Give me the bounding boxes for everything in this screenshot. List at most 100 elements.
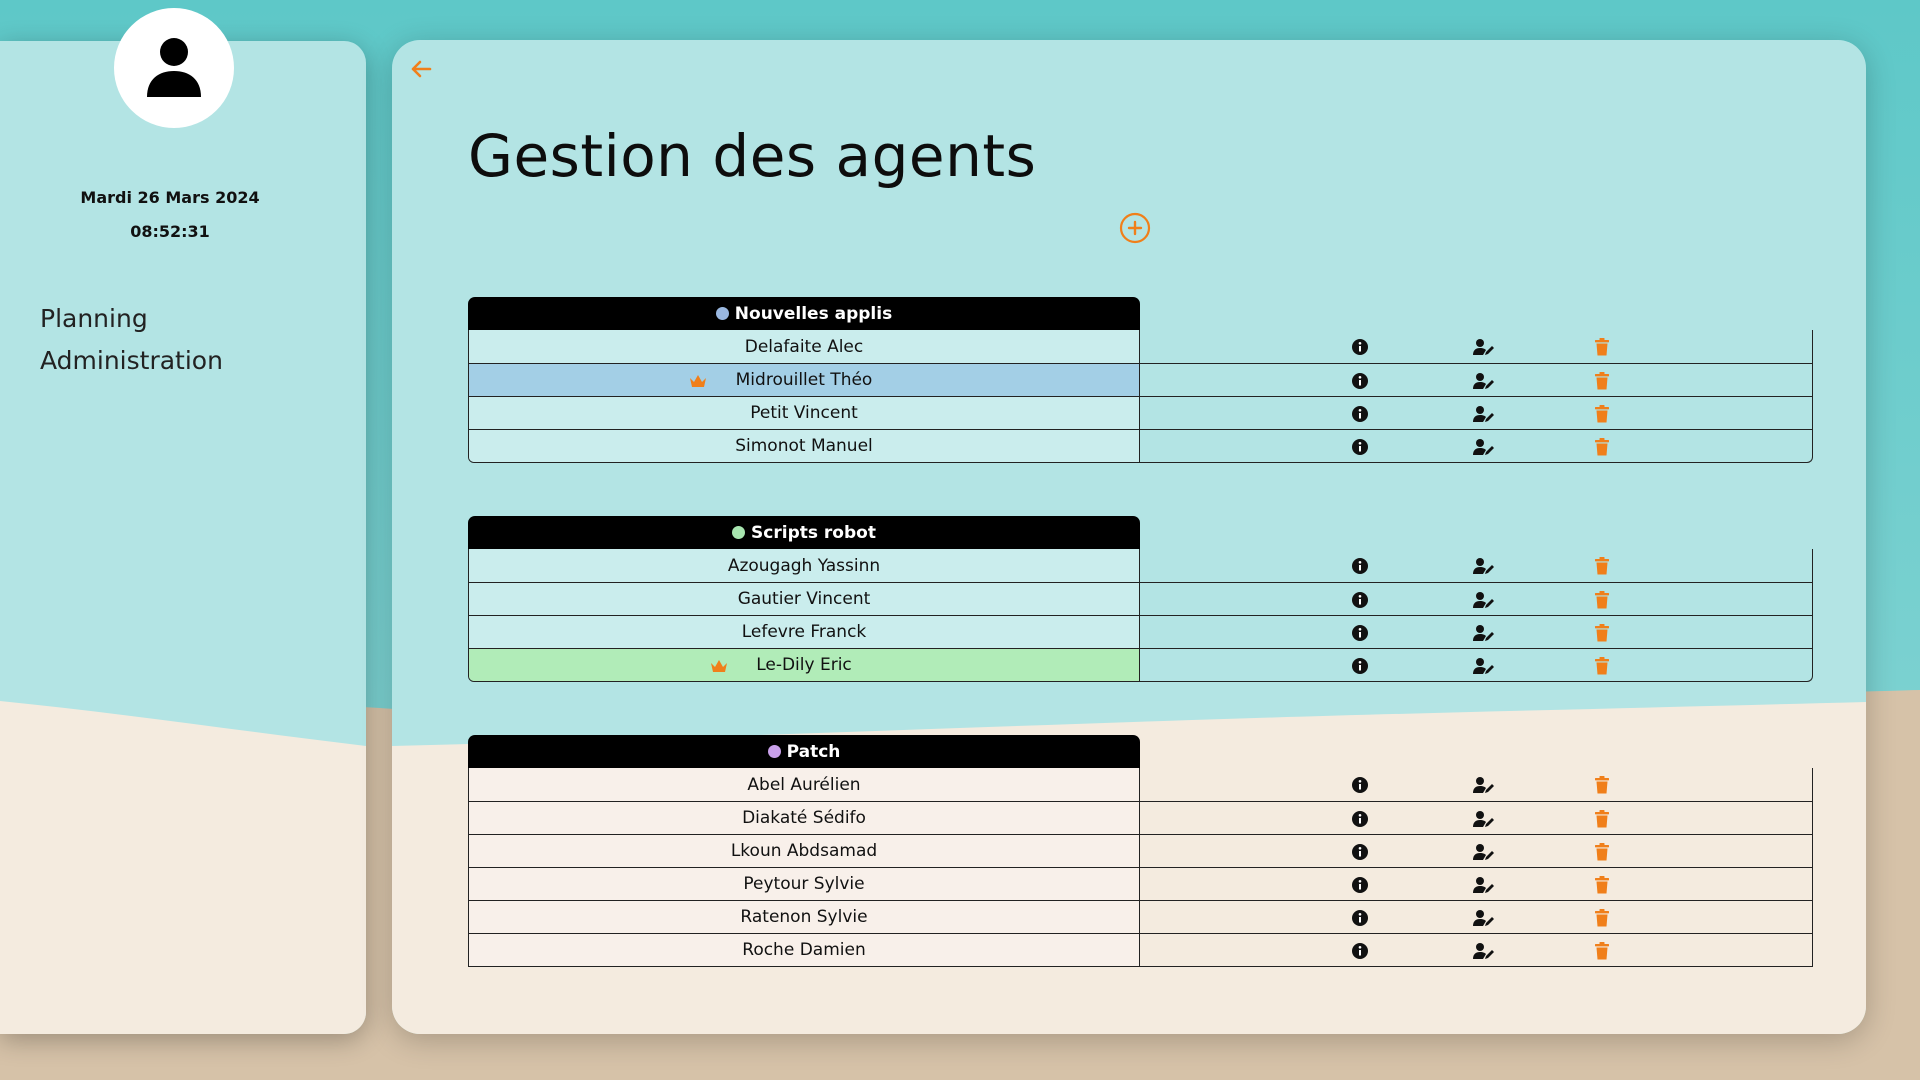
info-circle-icon — [1352, 877, 1368, 893]
group-title: Patch — [786, 741, 841, 762]
info-button[interactable] — [1351, 843, 1369, 861]
current-time: 08:52:31 — [130, 222, 210, 241]
group-color-dot — [767, 745, 781, 758]
page-title: Gestion des agents — [468, 122, 1037, 190]
info-button[interactable] — [1351, 372, 1369, 390]
group-color-dot — [732, 526, 746, 539]
info-button[interactable] — [1351, 338, 1369, 356]
agent-name: Delafaite Alec — [469, 330, 1140, 363]
trash-icon — [1595, 909, 1609, 927]
delete-agent-button[interactable] — [1594, 942, 1612, 960]
delete-agent-button[interactable] — [1594, 557, 1612, 575]
user-edit-icon — [1473, 658, 1494, 674]
arrow-left-icon — [411, 60, 432, 78]
delete-agent-button[interactable] — [1594, 338, 1612, 356]
agent-name: Lkoun Abdsamad — [469, 835, 1140, 867]
info-button[interactable] — [1351, 810, 1369, 828]
trash-icon — [1595, 624, 1609, 642]
info-button[interactable] — [1351, 657, 1369, 675]
info-button[interactable] — [1351, 876, 1369, 894]
crown-icon — [690, 375, 706, 387]
info-circle-icon — [1352, 844, 1368, 860]
table-row: Midrouillet Théo — [469, 363, 1812, 396]
trash-icon — [1595, 338, 1609, 356]
back-button[interactable] — [406, 54, 436, 84]
row-actions — [1140, 616, 1812, 648]
table-row: Lkoun Abdsamad — [469, 834, 1812, 867]
nav-planning[interactable]: Planning — [40, 304, 148, 333]
delete-agent-button[interactable] — [1594, 438, 1612, 456]
agent-name-cell: Midrouillet Théo — [469, 364, 1140, 396]
trash-icon — [1595, 942, 1609, 960]
edit-agent-button[interactable] — [1473, 591, 1494, 609]
edit-agent-button[interactable] — [1473, 438, 1494, 456]
plus-circle-icon — [1119, 212, 1151, 244]
info-circle-icon — [1352, 658, 1368, 674]
edit-agent-button[interactable] — [1473, 776, 1494, 794]
row-actions — [1140, 330, 1812, 363]
info-button[interactable] — [1351, 776, 1369, 794]
edit-agent-button[interactable] — [1473, 557, 1494, 575]
current-date: Mardi 26 Mars 2024 — [80, 188, 260, 207]
delete-agent-button[interactable] — [1594, 657, 1612, 675]
edit-agent-button[interactable] — [1473, 372, 1494, 390]
user-edit-icon — [1473, 558, 1494, 574]
trash-icon — [1595, 843, 1609, 861]
agent-name: Midrouillet Théo — [735, 370, 873, 390]
delete-agent-button[interactable] — [1594, 624, 1612, 642]
info-button[interactable] — [1351, 591, 1369, 609]
edit-agent-button[interactable] — [1473, 338, 1494, 356]
trash-icon — [1595, 657, 1609, 675]
info-button[interactable] — [1351, 624, 1369, 642]
agent-name: Azougagh Yassinn — [469, 549, 1140, 582]
info-button[interactable] — [1351, 438, 1369, 456]
user-edit-icon — [1473, 943, 1494, 959]
table-row: Diakaté Sédifo — [469, 801, 1812, 834]
row-actions — [1140, 802, 1812, 834]
user-edit-icon — [1473, 910, 1494, 926]
info-circle-icon — [1352, 558, 1368, 574]
crown-icon — [711, 660, 727, 672]
edit-agent-button[interactable] — [1473, 405, 1494, 423]
edit-agent-button[interactable] — [1473, 624, 1494, 642]
group-title: Nouvelles applis — [734, 303, 893, 324]
trash-icon — [1595, 776, 1609, 794]
delete-agent-button[interactable] — [1594, 810, 1612, 828]
info-button[interactable] — [1351, 909, 1369, 927]
delete-agent-button[interactable] — [1594, 909, 1612, 927]
group-rows: Delafaite Alec Midrouillet Théo Petit Vi… — [468, 330, 1813, 463]
edit-agent-button[interactable] — [1473, 810, 1494, 828]
edit-agent-button[interactable] — [1473, 843, 1494, 861]
add-agent-button[interactable] — [1119, 212, 1151, 244]
info-circle-icon — [1352, 943, 1368, 959]
info-circle-icon — [1352, 777, 1368, 793]
edit-agent-button[interactable] — [1473, 909, 1494, 927]
info-button[interactable] — [1351, 557, 1369, 575]
delete-agent-button[interactable] — [1594, 372, 1612, 390]
info-button[interactable] — [1351, 942, 1369, 960]
trash-icon — [1595, 876, 1609, 894]
edit-agent-button[interactable] — [1473, 657, 1494, 675]
delete-agent-button[interactable] — [1594, 876, 1612, 894]
agent-name: Abel Aurélien — [469, 768, 1140, 801]
agent-name: Petit Vincent — [469, 397, 1140, 429]
agent-group-nouvelles-applis: Nouvelles applis Delafaite Alec Midrouil… — [468, 297, 1813, 463]
trash-icon — [1595, 810, 1609, 828]
nav-administration[interactable]: Administration — [40, 346, 223, 375]
delete-agent-button[interactable] — [1594, 776, 1612, 794]
row-actions — [1140, 934, 1812, 966]
avatar[interactable] — [114, 8, 234, 128]
group-title: Scripts robot — [751, 522, 876, 543]
info-button[interactable] — [1351, 405, 1369, 423]
delete-agent-button[interactable] — [1594, 843, 1612, 861]
delete-agent-button[interactable] — [1594, 405, 1612, 423]
row-actions — [1140, 768, 1812, 801]
edit-agent-button[interactable] — [1473, 942, 1494, 960]
row-actions — [1140, 430, 1812, 462]
agent-name: Peytour Sylvie — [469, 868, 1140, 900]
delete-agent-button[interactable] — [1594, 591, 1612, 609]
edit-agent-button[interactable] — [1473, 876, 1494, 894]
group-color-dot — [715, 307, 729, 320]
main-panel: Gestion des agents Nouvelles applis Dela… — [392, 40, 1866, 1034]
user-edit-icon — [1473, 592, 1494, 608]
